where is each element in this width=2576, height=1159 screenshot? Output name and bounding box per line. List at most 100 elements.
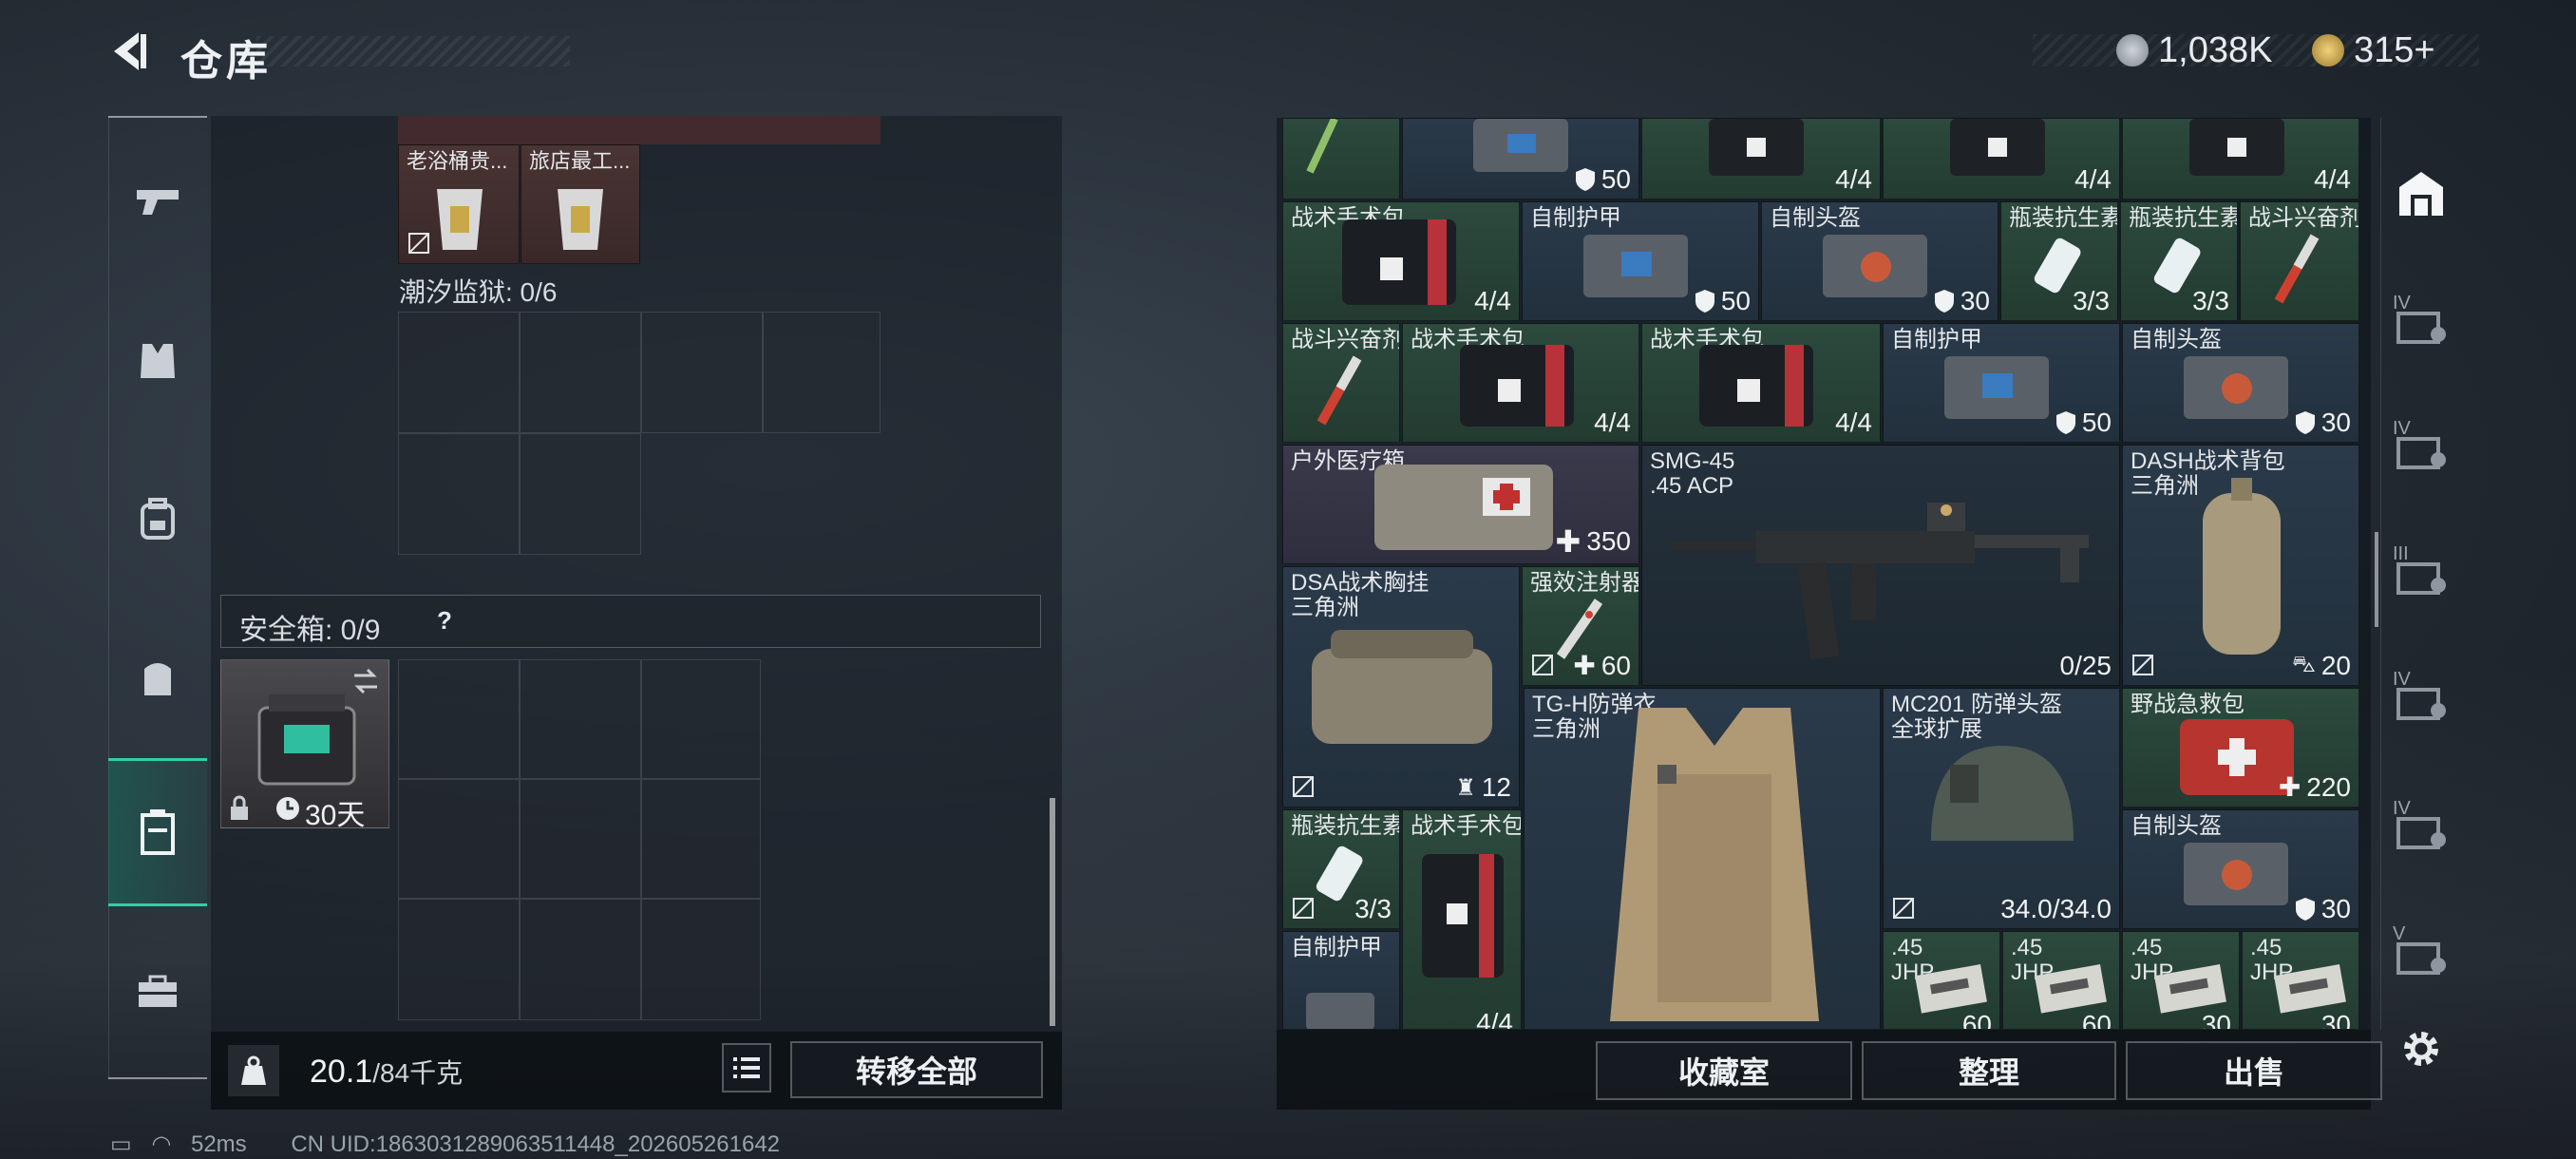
inventory-item[interactable]: 自制头盔 30 <box>2122 809 2359 929</box>
tab-all-storage[interactable] <box>2386 137 2456 251</box>
inventory-item[interactable]: 自制头盔 30 <box>2122 323 2359 443</box>
grid-cell[interactable] <box>398 899 520 1020</box>
grid-cell[interactable] <box>763 312 881 433</box>
storage-scrollbar[interactable] <box>2375 532 2378 627</box>
left-scrollbar[interactable] <box>1050 798 1055 1026</box>
inventory-item[interactable]: 战斗兴奋剂 <box>2240 201 2359 321</box>
page-title: 仓库 <box>180 38 272 85</box>
inventory-item[interactable]: 户外医疗箱 ✚ 350 <box>1282 445 1639 564</box>
ammo-box-icon <box>1915 964 1987 1014</box>
inventory-item[interactable]: 瓶装抗生素 3/3 <box>2120 201 2238 321</box>
grid-cell[interactable] <box>398 779 520 899</box>
inventory-item[interactable]: TG-H防弹衣 三角洲 <box>1524 688 1881 1030</box>
inventory-item[interactable]: 瓶装抗生素 3/3 <box>1282 809 1400 929</box>
inventory-item[interactable]: 4/4 <box>2122 118 2359 200</box>
surgical-kit-icon <box>1699 345 1813 427</box>
inventory-item[interactable]: .45 JHP 60 <box>1883 931 2000 1030</box>
tab-storage-6[interactable]: V <box>2386 893 2456 1007</box>
outdoor-medkit-icon <box>1374 465 1553 550</box>
grid-cell[interactable] <box>641 659 761 779</box>
backpack-icon <box>141 498 175 540</box>
status-bar: ▭ ◠ 52ms CN UID:1863031289063511448_2026… <box>110 1130 780 1158</box>
nav-backpack[interactable] <box>108 462 207 576</box>
coin-balance[interactable]: 1,038K <box>2116 28 2272 72</box>
injector-icon <box>1306 119 1338 174</box>
inventory-item[interactable]: 瓶装抗生素 3/3 <box>2000 201 2118 321</box>
no-trade-icon <box>1293 898 1314 919</box>
swap-icon <box>354 668 377 694</box>
medkit-icon <box>2189 119 2284 176</box>
inventory-item[interactable]: 战斗兴奋剂 <box>1282 323 1400 443</box>
list-icon <box>733 1057 760 1078</box>
grid-cell[interactable] <box>641 899 761 1020</box>
settings-button[interactable] <box>2386 992 2456 1106</box>
nav-safe-box[interactable] <box>108 758 207 906</box>
inventory-item[interactable]: 老浴桶贵... <box>398 144 520 264</box>
inventory-item[interactable]: 旅店最工... <box>521 144 640 264</box>
sort-button[interactable]: 整理 <box>1862 1041 2116 1100</box>
inventory-item[interactable]: DASH战术背包 三角洲 ⛍ 20 <box>2122 445 2359 686</box>
inventory-item[interactable]: 自制护甲 50 <box>1883 323 2120 443</box>
safe-box-container[interactable]: 30天 <box>220 659 389 831</box>
nav-chest-rig[interactable] <box>108 621 207 735</box>
grid-cell[interactable] <box>520 433 641 555</box>
inventory-item[interactable]: .45 JHP 30 <box>2242 931 2359 1030</box>
collection-room-button[interactable]: 收藏室 <box>1596 1041 1852 1100</box>
grid-cell[interactable] <box>520 312 641 433</box>
nav-toolbox[interactable] <box>108 935 207 1049</box>
nav-armor[interactable] <box>108 304 207 418</box>
ticket-balance[interactable]: 315+ <box>2312 28 2435 72</box>
transfer-all-button[interactable]: 转移全部 <box>790 1041 1043 1098</box>
grid-cell[interactable] <box>641 312 763 433</box>
title-decoration <box>256 36 570 66</box>
inventory-item[interactable]: SMG-45 .45 ACP 0/25 <box>1641 445 2120 686</box>
inventory-item[interactable]: 自制护甲 50 <box>1522 201 1759 321</box>
sell-button[interactable]: 出售 <box>2126 1041 2382 1100</box>
grid-cell[interactable] <box>520 899 641 1020</box>
tab-storage-4[interactable]: IV <box>2386 638 2456 752</box>
inventory-item[interactable] <box>1282 118 1400 200</box>
inventory-item[interactable]: MC201 防弹头盔 全球扩展 34.0/34.0 <box>1883 688 2120 929</box>
grid-cell[interactable] <box>641 779 761 899</box>
inventory-item[interactable]: 自制头盔 30 <box>1761 201 1998 321</box>
back-icon[interactable] <box>106 28 152 74</box>
helmet-pack-icon <box>1823 235 1927 297</box>
grid-cell[interactable] <box>520 659 641 779</box>
inventory-item[interactable]: 野战急救包 ✚ 220 <box>2122 688 2359 808</box>
surgical-kit-icon <box>1342 219 1456 305</box>
lock-icon <box>231 795 248 820</box>
list-view-button[interactable] <box>722 1043 771 1092</box>
grid-cell[interactable] <box>398 433 520 555</box>
weight-current: 20.1 <box>310 1054 373 1090</box>
inventory-item[interactable]: .45 JHP 60 <box>2002 931 2120 1030</box>
inventory-item[interactable]: 50 <box>1402 118 1639 200</box>
inventory-item[interactable]: 自制护甲 <box>1282 931 1400 1030</box>
inventory-item[interactable]: 4/4 <box>1883 118 2120 200</box>
inventory-item[interactable]: .45 JHP 30 <box>2122 931 2240 1030</box>
inventory-item[interactable]: 强效注射器 ✚ 60 <box>1522 566 1639 686</box>
tab-storage-1[interactable]: IV <box>2386 262 2456 376</box>
safe-box-image <box>257 694 356 786</box>
plus-icon: ✚ <box>1573 651 1596 680</box>
inventory-item[interactable]: 战术手术包 4/4 <box>1282 201 1520 321</box>
inventory-item[interactable]: 4/4 <box>1641 118 1881 200</box>
tab-storage-3[interactable]: III <box>2386 513 2456 627</box>
smg-icon <box>1671 503 2089 660</box>
nav-weapons[interactable] <box>108 144 207 258</box>
grid-cell[interactable] <box>520 779 641 899</box>
tab-storage-2[interactable]: IV <box>2386 388 2456 502</box>
medkit-icon <box>1709 119 1804 176</box>
inventory-item[interactable]: 战术手术包 4/4 <box>1641 323 1881 443</box>
help-icon[interactable]: ? <box>426 604 464 636</box>
grid-cell[interactable] <box>398 659 520 779</box>
safe-box-label: 安全箱: 0/9 <box>239 615 381 646</box>
inventory-item[interactable]: 战术手术包 4/4 <box>1402 809 1522 1030</box>
storage-panel: 50 4/4 4/4 4/4 战术手术包 4/4 自制护甲 50 自制头盔 30… <box>1277 118 2371 1030</box>
tab-storage-5[interactable]: IV <box>2386 768 2456 882</box>
ammo-box-icon <box>2035 964 2107 1014</box>
surgical-kit-icon <box>1422 854 1504 978</box>
inventory-item[interactable]: 战术手术包 4/4 <box>1402 323 1639 443</box>
helmet-pack-icon <box>2184 356 2288 419</box>
inventory-item[interactable]: DSA战术胸挂 三角洲 ♜ 12 <box>1282 566 1520 808</box>
grid-cell[interactable] <box>398 312 520 433</box>
